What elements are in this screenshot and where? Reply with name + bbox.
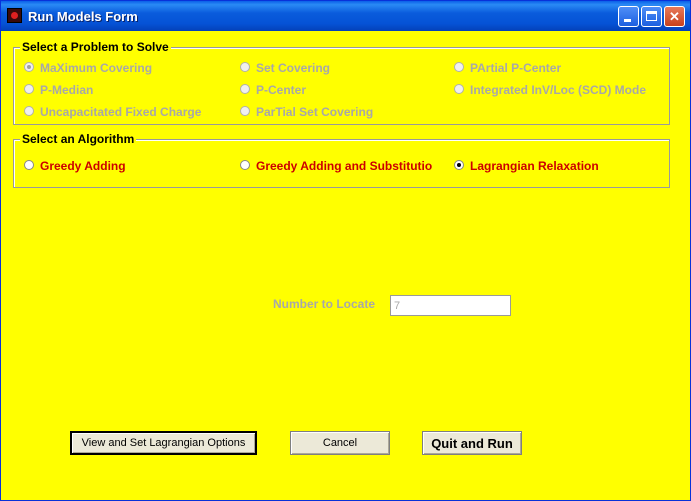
problem-group-legend: Select a Problem to Solve xyxy=(20,40,171,54)
radio-set-covering[interactable]: Set Covering xyxy=(240,61,440,77)
radio-button-icon xyxy=(454,62,464,72)
close-icon: ✕ xyxy=(669,9,680,24)
radio-maximum-covering[interactable]: MaXimum Covering xyxy=(24,61,224,77)
radio-button-icon xyxy=(240,160,250,170)
radio-button-icon xyxy=(454,160,464,170)
app-icon[interactable] xyxy=(7,8,22,23)
close-button[interactable]: ✕ xyxy=(664,6,685,27)
quit-and-run-button[interactable]: Quit and Run xyxy=(422,431,522,455)
radio-button-icon xyxy=(240,84,250,94)
number-to-locate-label: Number to Locate xyxy=(273,297,376,311)
radio-greedy-adding-substitution[interactable]: Greedy Adding and Substitutio xyxy=(240,159,452,175)
maximize-icon xyxy=(646,11,657,21)
cancel-button[interactable]: Cancel xyxy=(290,431,390,455)
radio-button-icon xyxy=(240,106,250,116)
radio-lagrangian-relaxation[interactable]: Lagrangian Relaxation xyxy=(454,159,654,175)
radio-button-icon xyxy=(24,106,34,116)
minimize-icon xyxy=(624,19,631,22)
minimize-button[interactable] xyxy=(618,6,639,27)
radio-button-icon xyxy=(24,84,34,94)
radio-button-icon xyxy=(24,62,34,72)
radio-button-icon xyxy=(24,160,34,170)
maximize-button[interactable] xyxy=(641,6,662,27)
window-title: Run Models Form xyxy=(28,9,138,24)
title-bar[interactable]: Run Models Form ✕ xyxy=(1,1,690,31)
run-models-window: Run Models Form ✕ Select a Problem to So… xyxy=(0,0,691,501)
radio-uncapacitated-fixed-charge[interactable]: Uncapacitated Fixed Charge xyxy=(24,105,234,121)
radio-button-icon xyxy=(454,84,464,94)
number-to-locate-input[interactable] xyxy=(390,295,511,316)
radio-integrated-inv-loc[interactable]: Integrated InV/Loc (SCD) Mode xyxy=(454,83,666,99)
radio-partial-set-covering[interactable]: ParTial Set Covering xyxy=(240,105,440,121)
radio-button-icon xyxy=(240,62,250,72)
view-lagrangian-options-button[interactable]: View and Set Lagrangian Options xyxy=(70,431,257,455)
radio-p-center[interactable]: P-Center xyxy=(240,83,440,99)
algorithm-group-legend: Select an Algorithm xyxy=(20,132,137,146)
radio-p-median[interactable]: P-Median xyxy=(24,83,224,99)
radio-partial-p-center[interactable]: PArtial P-Center xyxy=(454,61,664,77)
radio-greedy-adding[interactable]: Greedy Adding xyxy=(24,159,224,175)
